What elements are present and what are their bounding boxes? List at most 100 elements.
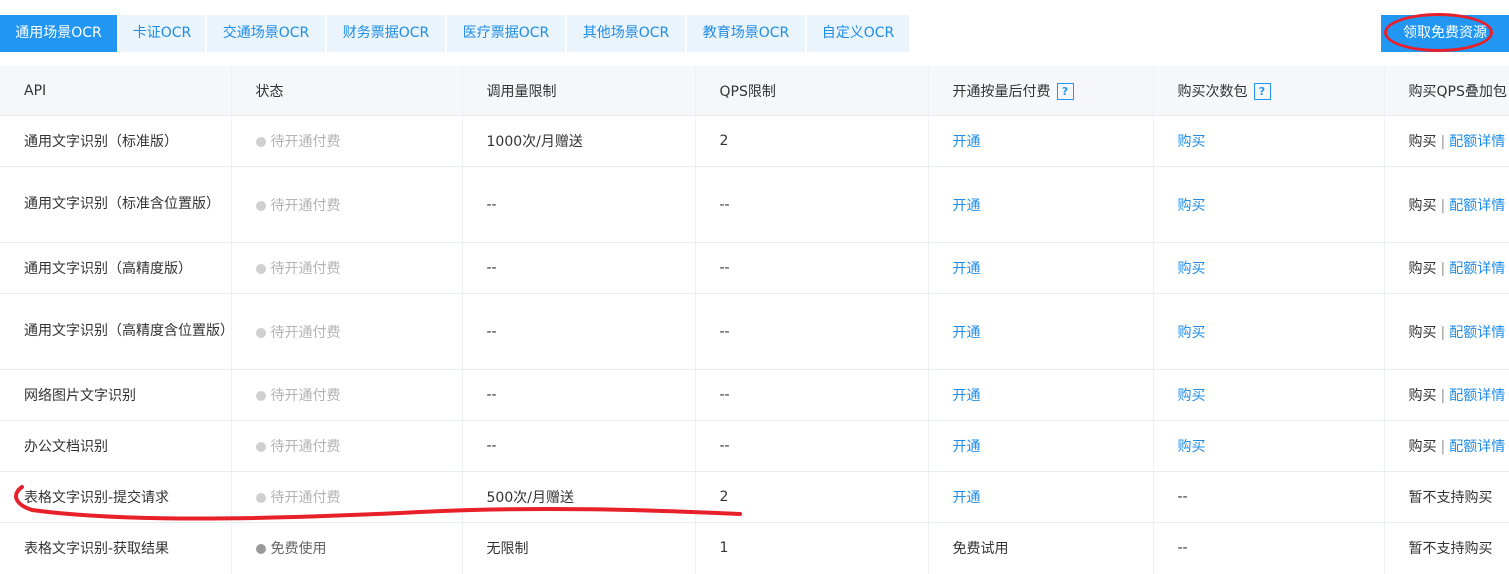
status-dot-icon (255, 544, 266, 555)
status-text: 待开通付费 (255, 134, 341, 150)
status-dot-icon (255, 327, 266, 338)
qps-limit: -- (695, 293, 929, 370)
buy-pack-cell: 购买 (1153, 420, 1385, 472)
qps-limit: -- (695, 166, 929, 243)
buy-pack-cell: 购买 (1153, 369, 1385, 421)
buy-qps-cell: 购买 | 配额详情 (1384, 242, 1509, 294)
buy-pack-cell: 购买 (1153, 293, 1385, 370)
buy-pack-cell: 购买 (1153, 242, 1385, 294)
activate-link[interactable]: 开通 (953, 198, 981, 214)
status-text: 待开通付费 (255, 325, 341, 341)
buy-pack-cell: 购买 (1153, 115, 1385, 167)
buy-qps-link[interactable]: 购买 (1409, 388, 1437, 404)
buy-qps-link[interactable]: 购买 (1409, 261, 1437, 277)
buy-qps-link[interactable]: 购买 (1409, 134, 1437, 150)
col-header-buy-pack: 购买次数包? (1153, 66, 1385, 116)
status-dot-icon (255, 391, 266, 401)
col-header-buy-pack-label: 购买次数包 (1177, 83, 1248, 100)
status-dot-icon (255, 493, 266, 503)
separator: | (1440, 388, 1446, 404)
buy-pack-cell: 购买 (1153, 166, 1385, 243)
call-limit: 500次/月赠送 (462, 471, 696, 523)
status-label: 待开通付费 (270, 261, 341, 277)
status-cell: 待开通付费 (231, 420, 463, 472)
quota-detail-link[interactable]: 配额详情 (1449, 134, 1505, 150)
buy-link[interactable]: 购买 (1178, 134, 1206, 150)
quota-detail-link[interactable]: 配额详情 (1449, 261, 1505, 277)
call-limit: -- (462, 293, 696, 370)
tab-general-ocr[interactable]: 通用场景OCR (0, 15, 117, 52)
status-dot-icon (255, 442, 266, 452)
buy-qps-link[interactable]: 购买 (1409, 439, 1437, 455)
table-row: 表格文字识别-提交请求 待开通付费 500次/月赠送 2 开通 -- 暂不支持购… (0, 471, 1509, 523)
get-free-resources-button[interactable]: 领取免费资源 (1381, 15, 1509, 52)
api-name: 通用文字识别（标准版） (0, 115, 232, 167)
separator: | (1440, 134, 1446, 150)
qps-limit: 2 (695, 115, 929, 167)
status-cell: 待开通付费 (231, 115, 463, 167)
activate-link[interactable]: 开通 (953, 134, 981, 150)
help-icon[interactable]: ? (1253, 82, 1271, 100)
quota-detail-link[interactable]: 配额详情 (1449, 388, 1505, 404)
table-row: 通用文字识别（高精度含位置版） 待开通付费 -- -- 开通 购买 购买 | 配额详… (0, 293, 1509, 370)
col-header-status: 状态 (231, 66, 463, 116)
tab-finance-ocr[interactable]: 财务票据OCR (327, 15, 445, 52)
status-dot-icon (255, 137, 266, 147)
status-text: 待开通付费 (255, 490, 341, 506)
quota-detail-link[interactable]: 配额详情 (1449, 325, 1505, 341)
col-header-qps-limit: QPS限制 (695, 66, 929, 116)
call-limit: -- (462, 369, 696, 421)
status-text: 待开通付费 (255, 197, 341, 214)
status-text: 待开通付费 (255, 261, 341, 277)
status-dot-icon (255, 200, 266, 211)
call-limit: -- (462, 166, 696, 243)
status-label: 待开通付费 (270, 197, 341, 214)
tab-card-ocr[interactable]: 卡证OCR (119, 15, 205, 52)
buy-link[interactable]: 购买 (1178, 261, 1206, 277)
postpaid-cell: 开通 (928, 369, 1154, 421)
scene-tab-bar: 通用场景OCR 卡证OCR 交通场景OCR 财务票据OCR 医疗票据OCR 其他… (0, 15, 1509, 52)
table-row: 通用文字识别（标准含位置版） 待开通付费 -- -- 开通 购买 购买 | 配额详情 (0, 166, 1509, 243)
activate-link[interactable]: 开通 (953, 490, 981, 506)
activate-link[interactable]: 开通 (953, 325, 981, 341)
status-cell: 待开通付费 (231, 471, 463, 523)
quota-detail-link[interactable]: 配额详情 (1449, 198, 1505, 214)
buy-link[interactable]: 购买 (1178, 198, 1206, 214)
status-label: 待开通付费 (270, 134, 341, 150)
api-quota-table: API 状态 调用量限制 QPS限制 开通按量后付费? 购买次数包? 购买QPS… (0, 66, 1509, 574)
col-header-call-limit: 调用量限制 (462, 66, 696, 116)
status-cell: 待开通付费 (231, 293, 463, 370)
buy-qps-cell: 购买 | 配额详情 (1384, 293, 1509, 370)
col-header-postpaid-label: 开通按量后付费 (952, 83, 1051, 100)
quota-detail-link[interactable]: 配额详情 (1449, 439, 1505, 455)
help-icon[interactable]: ? (1056, 82, 1074, 100)
postpaid-cell: 开通 (928, 115, 1154, 167)
qps-limit: -- (695, 242, 929, 294)
table-row: 办公文档识别 待开通付费 -- -- 开通 购买 购买 | 配额详情 (0, 420, 1509, 472)
tab-medical-ocr[interactable]: 医疗票据OCR (447, 15, 565, 52)
tab-custom-ocr[interactable]: 自定义OCR (807, 15, 909, 52)
table-header-row: API 状态 调用量限制 QPS限制 开通按量后付费? 购买次数包? 购买QPS… (0, 66, 1509, 116)
buy-qps-link[interactable]: 购买 (1409, 198, 1437, 214)
table-row: 通用文字识别（高精度版） 待开通付费 -- -- 开通 购买 购买 | 配额详情 (0, 242, 1509, 294)
buy-qps-cell: 购买 | 配额详情 (1384, 420, 1509, 472)
activate-link[interactable]: 开通 (953, 261, 981, 277)
status-cell: 待开通付费 (231, 369, 463, 421)
separator: | (1440, 439, 1446, 455)
tab-education-ocr[interactable]: 教育场景OCR (687, 15, 805, 52)
call-limit: -- (462, 420, 696, 472)
postpaid-cell: 开通 (928, 471, 1154, 523)
buy-qps-link[interactable]: 购买 (1409, 325, 1437, 341)
call-limit: -- (462, 242, 696, 294)
separator: | (1440, 324, 1446, 341)
tab-other-ocr[interactable]: 其他场景OCR (567, 15, 685, 52)
postpaid-cell: 开通 (928, 293, 1154, 370)
buy-link[interactable]: 购买 (1178, 325, 1206, 341)
activate-link[interactable]: 开通 (953, 388, 981, 404)
status-cell: 待开通付费 (231, 242, 463, 294)
tab-traffic-ocr[interactable]: 交通场景OCR (207, 15, 325, 52)
buy-link[interactable]: 购买 (1178, 439, 1206, 455)
buy-link[interactable]: 购买 (1178, 388, 1206, 404)
activate-link[interactable]: 开通 (953, 439, 981, 455)
buy-qps-cell: 购买 | 配额详情 (1384, 369, 1509, 421)
